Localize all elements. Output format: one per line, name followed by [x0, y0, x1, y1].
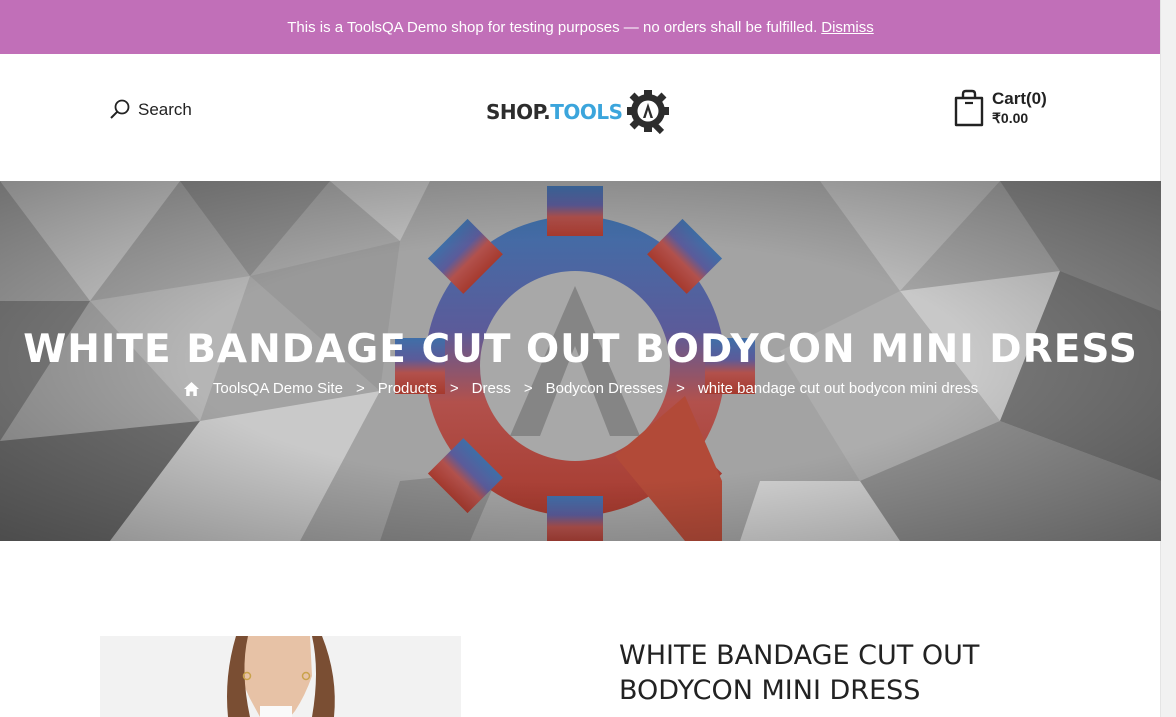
page-title: WHITE BANDAGE CUT OUT BODYCON MINI DRESS: [23, 327, 1138, 372]
search-label: Search: [138, 100, 192, 119]
breadcrumb-bodycon-dresses-link[interactable]: Bodycon Dresses: [546, 380, 664, 397]
cart-widget[interactable]: Cart(0) ₹0.00: [952, 89, 1047, 127]
breadcrumb-products-link[interactable]: Products: [378, 380, 437, 397]
logo-text-shop: SHOP.: [486, 100, 551, 124]
logo-wordmark: SHOP.TOOLS: [486, 100, 623, 124]
search-toggle[interactable]: Search: [108, 98, 192, 122]
product-photo: [100, 636, 461, 717]
breadcrumb-separator: >: [449, 380, 459, 397]
page-hero-banner: WHITE BANDAGE CUT OUT BODYCON MINI DRESS…: [0, 181, 1161, 541]
breadcrumb: ToolsQA Demo Site > Products > Dress > B…: [0, 380, 1161, 397]
breadcrumb-home-link[interactable]: ToolsQA Demo Site: [213, 380, 343, 397]
page-scrollbar[interactable]: [1160, 0, 1176, 717]
cart-summary: Cart(0) ₹0.00: [992, 89, 1047, 126]
product-main-image[interactable]: [100, 636, 461, 717]
product-title: WHITE BANDAGE CUT OUT BODYCON MINI DRESS: [619, 640, 980, 706]
breadcrumb-separator: >: [523, 380, 533, 397]
demo-notice-bar: This is a ToolsQA Demo shop for testing …: [0, 0, 1161, 54]
breadcrumb-dress-link[interactable]: Dress: [472, 380, 511, 397]
cart-total: ₹0.00: [992, 109, 1029, 126]
demo-notice-message: This is a ToolsQA Demo shop for testing …: [287, 18, 818, 36]
cart-count-label: Cart(0): [992, 89, 1047, 109]
shopping-bag-icon: [954, 89, 984, 127]
search-icon: [110, 99, 130, 119]
breadcrumb-separator: >: [355, 380, 365, 397]
shop-logo-gear-icon: [626, 90, 669, 135]
logo-text-tools: TOOLS: [550, 100, 623, 124]
breadcrumb-current-page: white bandage cut out bodycon mini dress: [697, 380, 979, 397]
home-icon[interactable]: [183, 381, 200, 397]
breadcrumb-separator: >: [676, 380, 685, 397]
scrollbar-up-arrow[interactable]: [1164, 2, 1173, 14]
dismiss-link[interactable]: Dismiss: [821, 19, 874, 36]
site-logo[interactable]: SHOP.TOOLS: [486, 88, 674, 136]
